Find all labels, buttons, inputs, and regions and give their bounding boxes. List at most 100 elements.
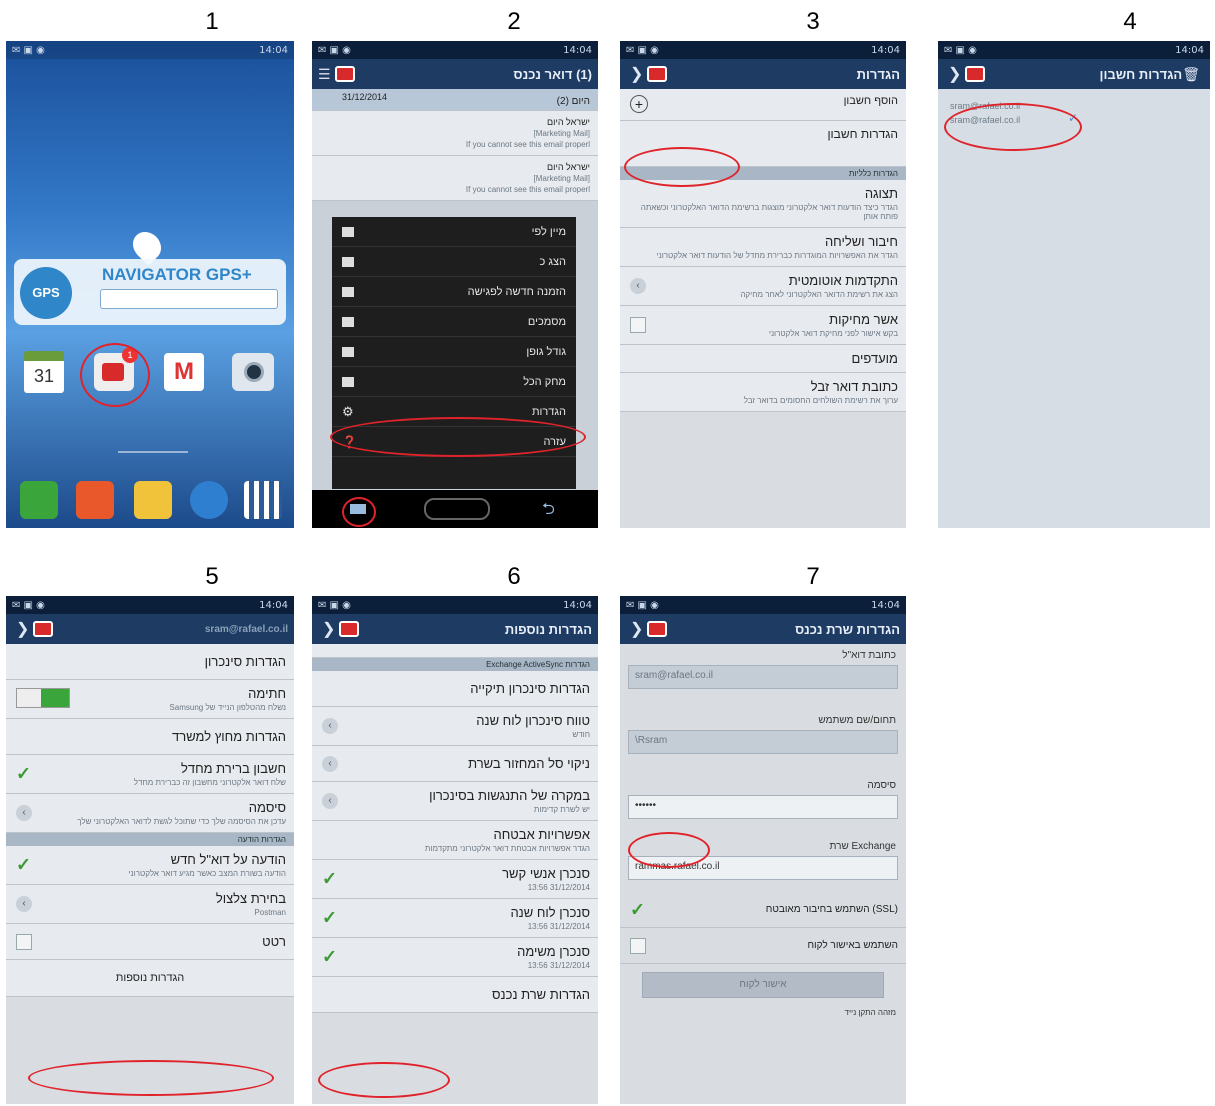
client-cert-button[interactable]: אישור לקוח (642, 972, 884, 998)
back-icon[interactable]: ❮ (948, 64, 961, 84)
chevron-right-icon: › (322, 755, 338, 772)
email-app-icon[interactable]: 1 (94, 347, 138, 391)
notification-icons: ✉ ▣ ◉ (12, 599, 45, 611)
mail-icon (33, 621, 54, 637)
checkmark-icon[interactable]: ✓ (16, 855, 31, 876)
trash-icon (342, 376, 354, 387)
account-settings-row[interactable]: הגדרות חשבון (620, 121, 906, 167)
security-options-row[interactable]: אפשרויות אבטחה הגדר אפשרויות אבטחת דואר א… (312, 821, 598, 860)
chevron-right-icon: › (16, 896, 32, 912)
status-bar: ✉ ▣ ◉ 14:04 (6, 41, 294, 59)
menu-item-delete-all[interactable]: מחק הכל (332, 367, 576, 397)
group-label: היום (2) (556, 96, 590, 107)
screen-inbox-menu: ✉ ▣ ◉ 14:04 (1) דואר נכנס ☰ היום (2) 31/… (312, 41, 598, 528)
status-bar: ✉ ▣ ◉ 14:04 (620, 596, 906, 614)
email-list-item[interactable]: ישראל היום [Marketing Mail] If you canno… (312, 156, 598, 201)
browser-app-icon[interactable] (190, 481, 228, 519)
back-icon[interactable]: ❮ (630, 64, 643, 84)
camera-icon (244, 362, 264, 382)
email-address-field[interactable]: sram@rafael.co.il (628, 665, 898, 689)
sync-settings-row[interactable]: הגדרות סינכרון (6, 644, 294, 680)
menu-key-icon[interactable] (350, 504, 366, 514)
checkmark-icon[interactable]: ✓ (630, 899, 645, 920)
server-label: Exchange שרת (829, 841, 896, 852)
gmail-app-icon[interactable]: M (164, 353, 204, 391)
sync-contacts-row[interactable]: סנכרן אנשי קשר 31/12/2014 13:56 ✓ (312, 860, 598, 899)
client-cert-row[interactable]: השתמש באישור לקוח (620, 928, 906, 964)
account-email-secondary: sram@rafael.co.il (950, 115, 1021, 125)
sync-conflict-row[interactable]: במקרה של התנגשות בסינכרון יש לשרת קדימות › (312, 782, 598, 821)
gps-widget[interactable]: GPS NAVIGATOR GPS+ (14, 259, 286, 325)
account-entry[interactable]: sram@rafael.co.il sram@rafael.co.il ✓ (950, 101, 1080, 125)
step-number-6: 6 (507, 563, 521, 590)
badge-icon: 1 (122, 347, 138, 363)
empty-trash-row[interactable]: ניקוי סל המחזור בשרת › (312, 746, 598, 782)
vibrate-checkbox[interactable] (16, 933, 32, 950)
contacts-app-icon[interactable] (76, 481, 114, 519)
step-number-1: 1 (205, 8, 219, 35)
vibrate-row[interactable]: רטט (6, 924, 294, 960)
ringtone-row[interactable]: בחירת צלצול Postman › (6, 885, 294, 924)
mail-icon (334, 66, 355, 82)
settings-item-display[interactable]: תצוגה הגדר כיצד הודעות דואר אלקטרוני מוצג… (620, 180, 906, 228)
checkmark-icon[interactable]: ✓ (322, 947, 337, 968)
client-cert-checkbox[interactable] (630, 937, 646, 954)
status-bar: ✉ ▣ ◉ 14:04 (938, 41, 1210, 59)
password-field[interactable]: •••••• (628, 795, 898, 819)
account-settings-label: הגדרות חשבון (827, 127, 898, 141)
settings-item-favorites[interactable]: מועדפים (620, 345, 906, 373)
settings-item-spam[interactable]: כתובת דואר זבל ערוך את רשימת השולחים החסו… (620, 373, 906, 412)
default-account-row[interactable]: חשבון ברירת מחדל שלח דואר אלקטרוני מחשבון… (6, 755, 294, 794)
messages-app-icon[interactable] (134, 481, 172, 519)
help-icon: ❓ (342, 434, 357, 449)
calendar-app[interactable]: 31 (24, 351, 64, 393)
new-mail-notification-row[interactable]: הודעה על דוא"ל חדש הודעה בשורת המצב כאשר … (6, 846, 294, 885)
incoming-server-row[interactable]: הגדרות שרת נכנס (312, 977, 598, 1013)
settings-item-compose[interactable]: חיבור ושליחה הגדר את האפשרויות המוגדרות כ… (620, 228, 906, 267)
phone-app-icon[interactable] (20, 481, 58, 519)
menu-item-new-meeting[interactable]: הזמנה חדשה לפגישה (332, 277, 576, 307)
menu-item-font-size[interactable]: גודל גופן (332, 337, 576, 367)
menu-item-documents[interactable]: מסמכים (332, 307, 576, 337)
out-of-office-row[interactable]: הגדרות מחוץ למשרד (6, 719, 294, 755)
signature-toggle[interactable] (16, 688, 70, 708)
camera-app-icon[interactable] (232, 353, 274, 391)
add-account-row[interactable]: הוסף חשבון + (620, 89, 906, 121)
menu-item-help[interactable]: עזרה ❓ (332, 427, 576, 457)
folder-sync-row[interactable]: הגדרות סינכרון תיקייה (312, 671, 598, 707)
more-settings-row[interactable]: הגדרות נוספות (6, 960, 294, 997)
menu-drawer-icon[interactable]: ☰ (318, 66, 331, 83)
back-key-icon[interactable]: ⮌ (542, 498, 555, 525)
username-field[interactable]: \Rsram (628, 730, 898, 754)
signature-row[interactable]: חתימה נשלח מהטלפון הנייד של Samsung (6, 680, 294, 719)
settings-item-confirm-delete[interactable]: אשר מחיקות בקש אישור לפני מחיקת דואר אלקט… (620, 306, 906, 345)
apps-grid-icon[interactable] (244, 481, 282, 519)
status-time: 14:04 (563, 599, 592, 611)
settings-item-auto-advance[interactable]: התקדמות אוטומטית הצג את רשימת הדואר האלקט… (620, 267, 906, 306)
checkmark-icon[interactable]: ✓ (322, 869, 337, 890)
status-bar: ✉ ▣ ◉ 14:04 (312, 596, 598, 614)
server-field[interactable]: rammas.rafael.co.il (628, 856, 898, 880)
chevron-right-icon: › (630, 278, 646, 294)
menu-item-settings[interactable]: הגדרות ⚙ (332, 397, 576, 427)
trash-icon[interactable]: 🗑 (1182, 66, 1200, 83)
back-icon[interactable]: ❮ (322, 619, 335, 639)
menu-item-sort[interactable]: מיין לפי (332, 217, 576, 247)
sync-calendar-row[interactable]: סנכרן לוח שנה 31/12/2014 13:56 ✓ (312, 899, 598, 938)
status-time: 14:04 (563, 44, 592, 56)
step-number-4: 4 (1123, 8, 1137, 35)
account-detail-appbar: sram@rafael.co.il ❮ (6, 614, 294, 644)
back-icon[interactable]: ❮ (630, 619, 643, 639)
calendar-sync-range-row[interactable]: טווח סינכרון לוח שנה חודש › (312, 707, 598, 746)
menu-item-view-as[interactable]: הצג כ (332, 247, 576, 277)
sync-tasks-row[interactable]: סנכרן משימה 31/12/2014 13:56 ✓ (312, 938, 598, 977)
confirm-delete-checkbox[interactable] (630, 317, 646, 333)
back-icon[interactable]: ❮ (16, 619, 29, 639)
checkmark-icon[interactable]: ✓ (16, 764, 31, 785)
password-row[interactable]: סיסמה עדכן את הסיסמה שלך כדי שתוכל לגשת ל… (6, 794, 294, 833)
email-list-item[interactable]: ישראל היום [Marketing Mail] If you canno… (312, 111, 598, 156)
home-button[interactable] (424, 498, 490, 520)
gps-search-input[interactable] (100, 289, 278, 309)
checkmark-icon[interactable]: ✓ (322, 908, 337, 929)
ssl-row[interactable]: (SSL) השתמש בחיבור מאובטח ✓ (620, 892, 906, 928)
